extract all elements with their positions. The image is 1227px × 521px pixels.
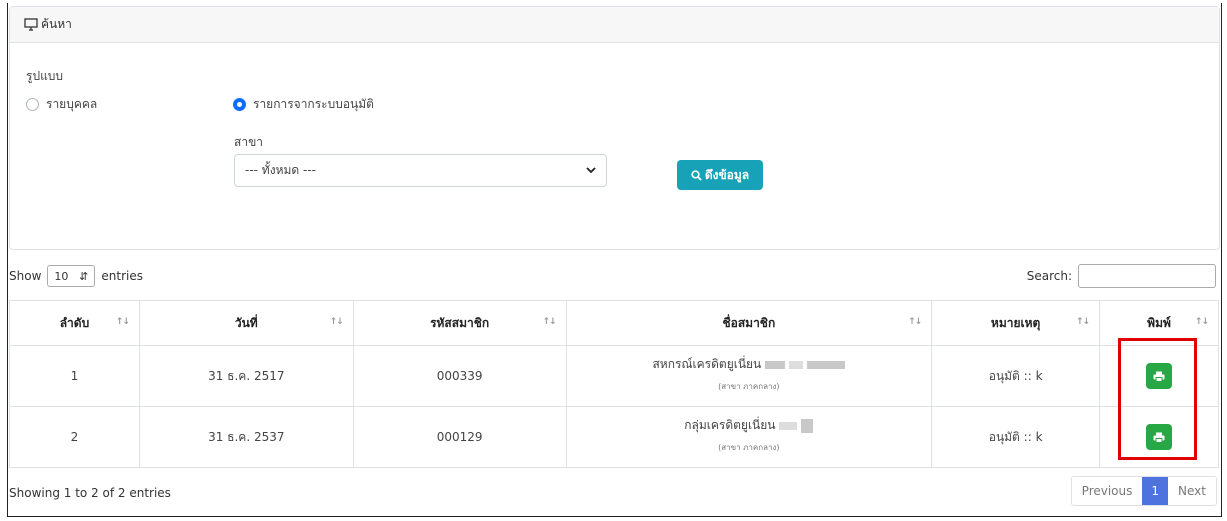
- radio-approved-label: รายการจากระบบอนุมัติ: [253, 97, 374, 111]
- table-info: Showing 1 to 2 of 2 entries: [9, 486, 171, 500]
- search-icon: [691, 169, 702, 181]
- next-button[interactable]: Next: [1168, 477, 1216, 505]
- fetch-data-label: ดึงข้อมูล: [704, 167, 750, 182]
- table-search: Search:: [1027, 264, 1216, 288]
- search-input[interactable]: [1078, 264, 1216, 288]
- member-name: สหกรณ์เครดิตยูเนี่ยน: [652, 357, 762, 371]
- search-card-header: ค้นหา: [10, 7, 1219, 43]
- cell-order: 2: [9, 406, 140, 468]
- cell-member-name: สหกรณ์เครดิตยูเนี่ยน (สาขา ภาคกลาง): [565, 345, 933, 407]
- cell-member-id: 000129: [352, 406, 567, 468]
- branch-select[interactable]: --- ทั้งหมด ---: [234, 154, 607, 187]
- radio-person-label: รายบุคคล: [46, 97, 98, 111]
- cell-note: อนุมัติ :: k: [931, 345, 1101, 407]
- redacted-block: [807, 360, 846, 369]
- member-branch: (สาขา ภาคกลาง): [718, 382, 780, 391]
- table-row: 1 31 ธ.ค. 2517 000339 สหกรณ์เครดิตยูเนี่…: [9, 345, 1219, 407]
- sort-icon: ↑↓: [1075, 317, 1090, 327]
- entries-label: entries: [101, 269, 143, 283]
- table-header-row: ลำดับ ↑↓ วันที่ ↑↓ รหัสสมาชิก ↑↓ ชื่อสมาชิก…: [9, 300, 1219, 346]
- entries-value: 10: [54, 269, 69, 283]
- entries-select[interactable]: 10 ⇵: [47, 265, 96, 287]
- cell-date: 31 ธ.ค. 2537: [138, 406, 354, 468]
- redacted-block: [789, 360, 804, 369]
- member-name: กลุ่มเครดิตยูเนี่ยน: [684, 418, 776, 432]
- previous-button[interactable]: Previous: [1072, 477, 1143, 505]
- radio-approved-dot[interactable]: [233, 98, 246, 111]
- sort-icon: ↑↓: [329, 317, 344, 327]
- show-label: Show: [9, 269, 42, 283]
- chevron-down-icon: [586, 167, 596, 174]
- sort-icon: ↑↓: [542, 317, 556, 327]
- search-label: Search:: [1026, 269, 1072, 283]
- fetch-data-button[interactable]: ดึงข้อมูล: [677, 160, 763, 190]
- sort-icon: ↑↓: [1194, 317, 1209, 327]
- th-member-name[interactable]: ชื่อสมาชิก ↑↓: [565, 300, 933, 346]
- redacted-block: [779, 421, 798, 430]
- branch-label: สาขา: [234, 135, 264, 149]
- search-card: ค้นหา รูปแบบ รายบุคคล รายการจากระบบอนุมั…: [9, 6, 1220, 250]
- cell-member-name: กลุ่มเครดิตยูเนี่ยน (สาขา ภาคกลาง): [565, 406, 933, 468]
- redacted-block: [801, 418, 814, 433]
- cell-order: 1: [9, 345, 140, 407]
- th-date[interactable]: วันที่ ↑↓: [138, 300, 354, 346]
- cell-date: 31 ธ.ค. 2517: [138, 345, 354, 407]
- branch-select-value: --- ทั้งหมด ---: [245, 163, 316, 177]
- th-order[interactable]: ลำดับ ↑↓: [9, 300, 140, 346]
- radio-approved[interactable]: รายการจากระบบอนุมัติ: [233, 95, 374, 114]
- sort-icon: ↑↓: [908, 317, 922, 327]
- radio-person-dot[interactable]: [26, 98, 39, 111]
- sort-icon: ↑↓: [115, 317, 130, 327]
- member-branch: (สาขา ภาคกลาง): [718, 443, 780, 452]
- th-member-id[interactable]: รหัสสมาชิก ↑↓: [352, 300, 567, 346]
- cell-note: อนุมัติ :: k: [931, 406, 1101, 468]
- monitor-icon: [24, 18, 38, 31]
- page-1-button[interactable]: 1: [1142, 477, 1169, 505]
- search-card-title: ค้นหา: [41, 17, 72, 31]
- redacted-block: [765, 360, 786, 369]
- length-control: Show 10 ⇵ entries: [9, 265, 143, 287]
- pagination: Previous 1 Next: [1070, 476, 1217, 506]
- cell-member-id: 000339: [352, 345, 567, 407]
- updown-icon: ⇵: [79, 269, 89, 283]
- table-row: 2 31 ธ.ค. 2537 000129 กลุ่มเครดิตยูเนี่ย…: [9, 406, 1219, 468]
- radio-person[interactable]: รายบุคคล: [26, 95, 97, 114]
- print-column-highlight: [1118, 338, 1197, 460]
- format-label: รูปแบบ: [26, 69, 64, 83]
- th-note[interactable]: หมายเหตุ ↑↓: [931, 300, 1101, 346]
- members-table: ลำดับ ↑↓ วันที่ ↑↓ รหัสสมาชิก ↑↓ ชื่อสมาชิก…: [9, 300, 1219, 468]
